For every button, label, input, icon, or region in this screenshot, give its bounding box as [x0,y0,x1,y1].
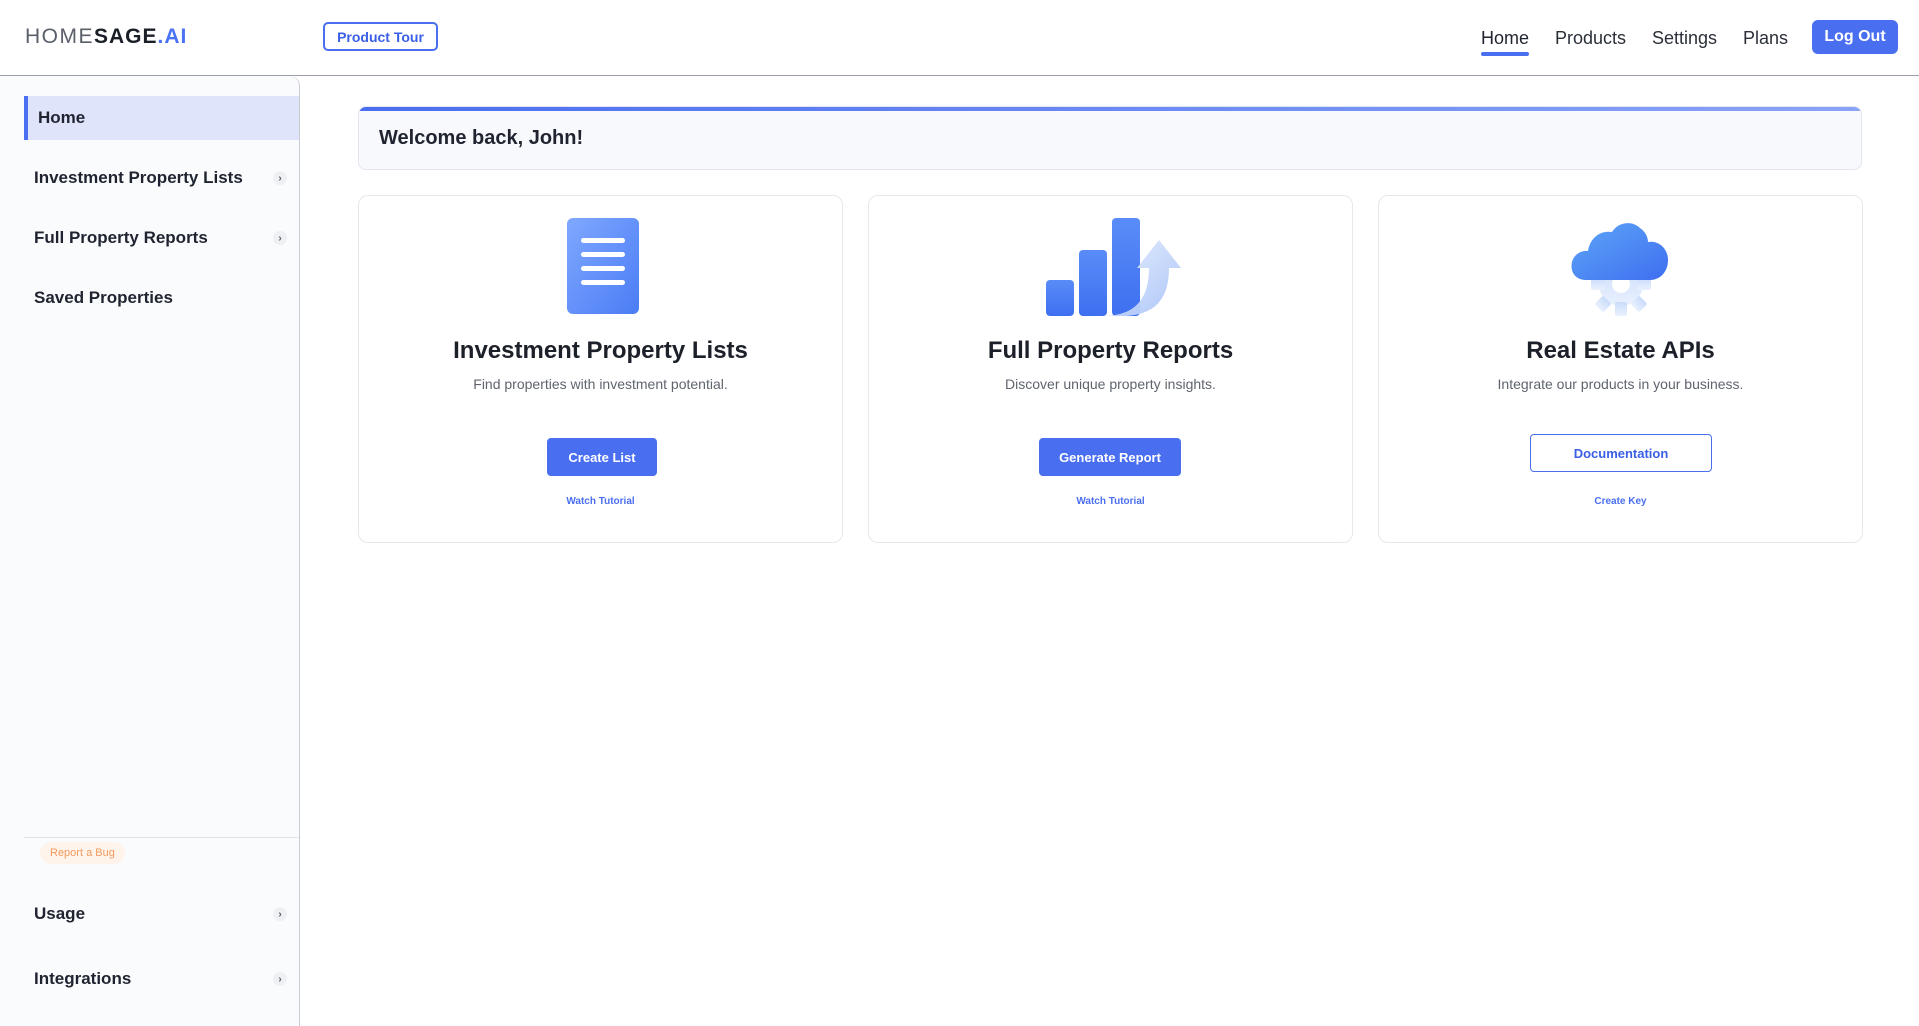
document-list-icon [359,218,842,318]
chevron-right-icon[interactable]: › [273,972,287,986]
nav-plans[interactable]: Plans [1743,24,1788,52]
sidebar-item-label: Saved Properties [34,288,173,307]
top-navbar: HOME SAGE .AI Product Tour Home Products S… [0,0,1919,76]
nav-settings[interactable]: Settings [1652,24,1717,52]
card-subtitle: Find properties with investment potentia… [473,376,728,392]
sidebar-item-usage[interactable]: Usage › [24,892,299,936]
watch-tutorial-link[interactable]: Watch Tutorial [359,496,842,507]
logo-text-ai: .AI [157,25,188,48]
full-property-reports-card: Full Property Reports Discover unique pr… [868,195,1353,543]
card-title: Real Estate APIs [1526,337,1715,364]
sidebar-item-saved-properties[interactable]: Saved Properties [24,276,299,320]
product-tour-button[interactable]: Product Tour [323,22,438,51]
logo-text-home: HOME [25,25,94,48]
chevron-right-icon[interactable]: › [273,907,287,921]
nav-products[interactable]: Products [1555,24,1626,52]
chevron-right-icon[interactable]: › [273,171,287,185]
sidebar-item-full-property-reports[interactable]: Full Property Reports › [24,216,299,260]
investment-property-lists-card: Investment Property Lists Find propertie… [358,195,843,543]
cloud-gear-icon [1379,218,1862,318]
welcome-message: Welcome back, John! [379,127,584,149]
real-estate-apis-card: Real Estate APIs Integrate our products … [1378,195,1863,543]
sidebar-item-label: Full Property Reports [34,228,208,247]
card-title: Full Property Reports [987,337,1234,364]
watch-tutorial-link[interactable]: Watch Tutorial [869,496,1352,507]
sidebar-item-home[interactable]: Home [24,96,299,140]
sidebar-divider [24,837,299,838]
logo-text-sage: SAGE [94,25,158,48]
documentation-button[interactable]: Documentation [1530,434,1712,472]
create-list-button[interactable]: Create List [547,438,657,476]
log-out-button[interactable]: Log Out [1812,20,1898,54]
sidebar-item-investment-property-lists[interactable]: Investment Property Lists › [24,156,299,200]
sidebar-item-label: Home [38,108,86,127]
generate-report-button[interactable]: Generate Report [1039,438,1181,476]
nav-home[interactable]: Home [1481,24,1530,56]
create-key-link[interactable]: Create Key [1379,496,1862,507]
sidebar-item-label: Investment Property Lists [34,168,243,187]
card-subtitle: Discover unique property insights. [1005,376,1216,392]
sidebar: Home Investment Property Lists › Full Pr… [0,76,300,1026]
card-title: Investment Property Lists [453,337,748,364]
sidebar-item-label: Integrations [34,969,132,988]
homesage-logo[interactable]: HOME SAGE .AI [25,24,187,50]
welcome-banner: Welcome back, John! [358,106,1862,170]
chevron-right-icon[interactable]: › [273,231,287,245]
sidebar-item-integrations[interactable]: Integrations › [24,957,299,1001]
report-bug-link[interactable]: Report a Bug [40,842,125,864]
bar-chart-growth-icon [869,218,1352,318]
card-subtitle: Integrate our products in your business. [1497,376,1744,392]
sidebar-item-label: Usage [34,904,86,923]
